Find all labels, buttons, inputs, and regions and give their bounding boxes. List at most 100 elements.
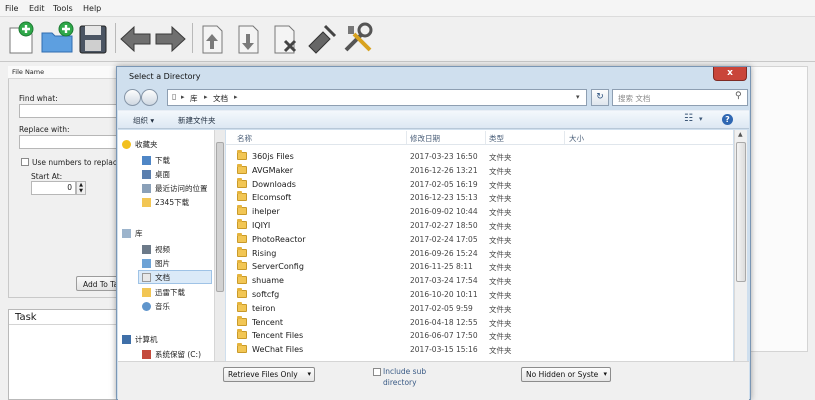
search-input[interactable]: 搜索 文档 ⚲ (612, 89, 748, 106)
task-panel: Task (8, 309, 120, 400)
nav-pictures[interactable]: 图片 (142, 258, 170, 269)
nav-thunder-downloads[interactable]: 迅雷下载 (142, 287, 185, 298)
back-nav-button[interactable] (124, 89, 141, 106)
include-sub-checkbox[interactable] (373, 368, 381, 376)
column-date[interactable]: 修改日期 (410, 133, 440, 144)
replace-with-input[interactable] (19, 135, 119, 149)
navigation-scrollbar[interactable] (214, 130, 225, 361)
save-icon[interactable] (76, 20, 112, 56)
file-date: 2016-04-18 12:55 (410, 317, 478, 327)
file-row[interactable]: ihelper 2016-09-02 10:44 文件夹 (226, 205, 733, 219)
clear-icon[interactable] (303, 20, 339, 56)
nav-label: 收藏夹 (135, 140, 158, 149)
navigation-scroll-thumb[interactable] (216, 142, 224, 292)
file-row[interactable]: ServerConfig 2016-11-25 8:11 文件夹 (226, 260, 733, 274)
file-row[interactable]: Rising 2016-09-26 15:24 文件夹 (226, 246, 733, 261)
start-at-spinner[interactable]: ▲ ▼ (76, 181, 86, 195)
file-type: 文件夹 (489, 222, 512, 231)
file-list-scrollbar[interactable]: ▲ (734, 130, 747, 361)
file-row[interactable]: teiron 2017-02-05 9:59 文件夹 (226, 301, 733, 316)
toolbar-separator (192, 23, 193, 53)
column-separator (406, 131, 407, 144)
document-delete-icon[interactable] (267, 20, 303, 56)
document-upload-icon[interactable] (195, 20, 231, 56)
desktop-icon (142, 170, 151, 179)
menu-help[interactable]: Help (83, 4, 101, 13)
column-name[interactable]: 名称 (237, 133, 252, 144)
use-numbers-checkbox[interactable] (21, 158, 29, 166)
nav-label: 下载 (155, 156, 170, 165)
file-type: 文件夹 (489, 235, 512, 245)
close-button[interactable]: x (713, 67, 747, 81)
nav-label: 视频 (155, 245, 170, 254)
folder-icon (142, 288, 151, 297)
nav-label: 计算机 (135, 335, 158, 344)
scroll-up-icon[interactable]: ▲ (738, 131, 743, 138)
find-what-input[interactable] (19, 104, 119, 118)
file-row[interactable]: PhotoReactor 2017-02-24 17:05 文件夹 (226, 232, 733, 247)
nav-downloads[interactable]: 下载 (142, 155, 170, 166)
retrieve-files-dropdown[interactable]: Retrieve Files Only ▾ (223, 367, 315, 382)
nav-2345-downloads[interactable]: 2345下载 (142, 197, 189, 208)
file-row[interactable]: Tencent 2016-04-18 12:55 文件夹 (226, 315, 733, 330)
nav-libraries[interactable]: 库 (122, 228, 143, 239)
file-name: IQIYI (252, 221, 271, 230)
column-type[interactable]: 类型 (489, 133, 504, 144)
chevron-down-icon[interactable]: ▾ (576, 93, 580, 101)
new-file-icon[interactable] (4, 20, 40, 56)
chevron-down-icon[interactable]: ▾ (699, 115, 703, 123)
find-what-label: Find what: (19, 94, 58, 103)
chevron-down-icon: ▾ (603, 370, 607, 378)
menu-bar: File Edit Tools Help (0, 0, 815, 17)
nav-music[interactable]: 音乐 (142, 301, 170, 312)
file-row[interactable]: IQIYI 2017-02-27 18:50 文件夹 (226, 219, 733, 233)
file-row[interactable]: softcfg 2016-10-20 10:11 文件夹 (226, 288, 733, 302)
breadcrumb-library[interactable]: 库 (190, 93, 198, 104)
file-type: 文件夹 (489, 304, 512, 314)
file-row[interactable]: Downloads 2017-02-05 16:19 文件夹 (226, 177, 733, 192)
file-row[interactable]: 360js Files 2017-03-23 16:50 文件夹 (226, 150, 733, 164)
back-arrow-icon[interactable] (118, 20, 154, 56)
folder-icon (237, 329, 247, 340)
folder-icon: ▯ (172, 92, 177, 101)
file-type: 文件夹 (489, 346, 512, 356)
file-date: 2017-03-15 15:16 (410, 345, 478, 355)
column-size[interactable]: 大小 (569, 133, 584, 144)
new-folder-button[interactable]: 新建文件夹 (178, 115, 216, 126)
folder-icon (237, 232, 247, 243)
document-download-icon[interactable] (231, 20, 267, 56)
nav-desktop[interactable]: 桌面 (142, 169, 170, 180)
help-icon[interactable]: ? (722, 114, 733, 125)
refresh-icon[interactable]: ↻ (591, 89, 609, 106)
forward-arrow-icon[interactable] (152, 20, 188, 56)
results-list-area (748, 66, 808, 352)
nav-favorites[interactable]: 收藏夹 (122, 139, 158, 150)
menu-file[interactable]: File (5, 4, 18, 13)
menu-edit[interactable]: Edit (29, 4, 45, 13)
file-row[interactable]: WeChat Files 2017-03-15 15:16 文件夹 (226, 343, 733, 357)
open-folder-icon[interactable] (40, 20, 76, 56)
nav-documents[interactable]: 文档 (138, 270, 212, 284)
nav-videos[interactable]: 视频 (142, 244, 170, 255)
forward-nav-button[interactable] (141, 89, 158, 106)
nav-system-drive[interactable]: 系统保留 (C:) (142, 349, 201, 360)
file-row[interactable]: Tencent Files 2016-06-07 17:50 文件夹 (226, 329, 733, 343)
file-row[interactable]: AVGMaker 2016-12-26 13:21 文件夹 (226, 163, 733, 178)
file-row[interactable]: Elcomsoft 2016-12-23 15:13 文件夹 (226, 191, 733, 205)
file-list-scroll-thumb[interactable] (736, 142, 746, 282)
nav-recent-places[interactable]: 最近访问的位置 (142, 183, 208, 194)
view-options-icon[interactable]: ☷ (684, 113, 693, 124)
file-date: 2017-02-05 9:59 (410, 303, 473, 313)
file-date: 2017-02-24 17:05 (410, 234, 478, 244)
address-bar[interactable]: ▯ ▸ 库 ▸ 文档 ▸ ▾ (167, 89, 587, 106)
menu-tools[interactable]: Tools (53, 4, 73, 13)
hidden-files-dropdown[interactable]: No Hidden or Syste ▾ (521, 367, 611, 382)
organize-button[interactable]: 组织 ▾ (133, 115, 154, 126)
file-name: Tencent Files (252, 331, 304, 341)
file-row[interactable]: shuame 2017-03-24 17:54 文件夹 (226, 274, 733, 288)
file-list-header: 名称 修改日期 类型 大小 (226, 130, 733, 145)
start-at-input[interactable]: 0 (31, 181, 76, 195)
nav-computer[interactable]: 计算机 (122, 334, 158, 345)
tools-icon[interactable] (340, 20, 376, 56)
breadcrumb-documents[interactable]: 文档 (213, 93, 228, 104)
